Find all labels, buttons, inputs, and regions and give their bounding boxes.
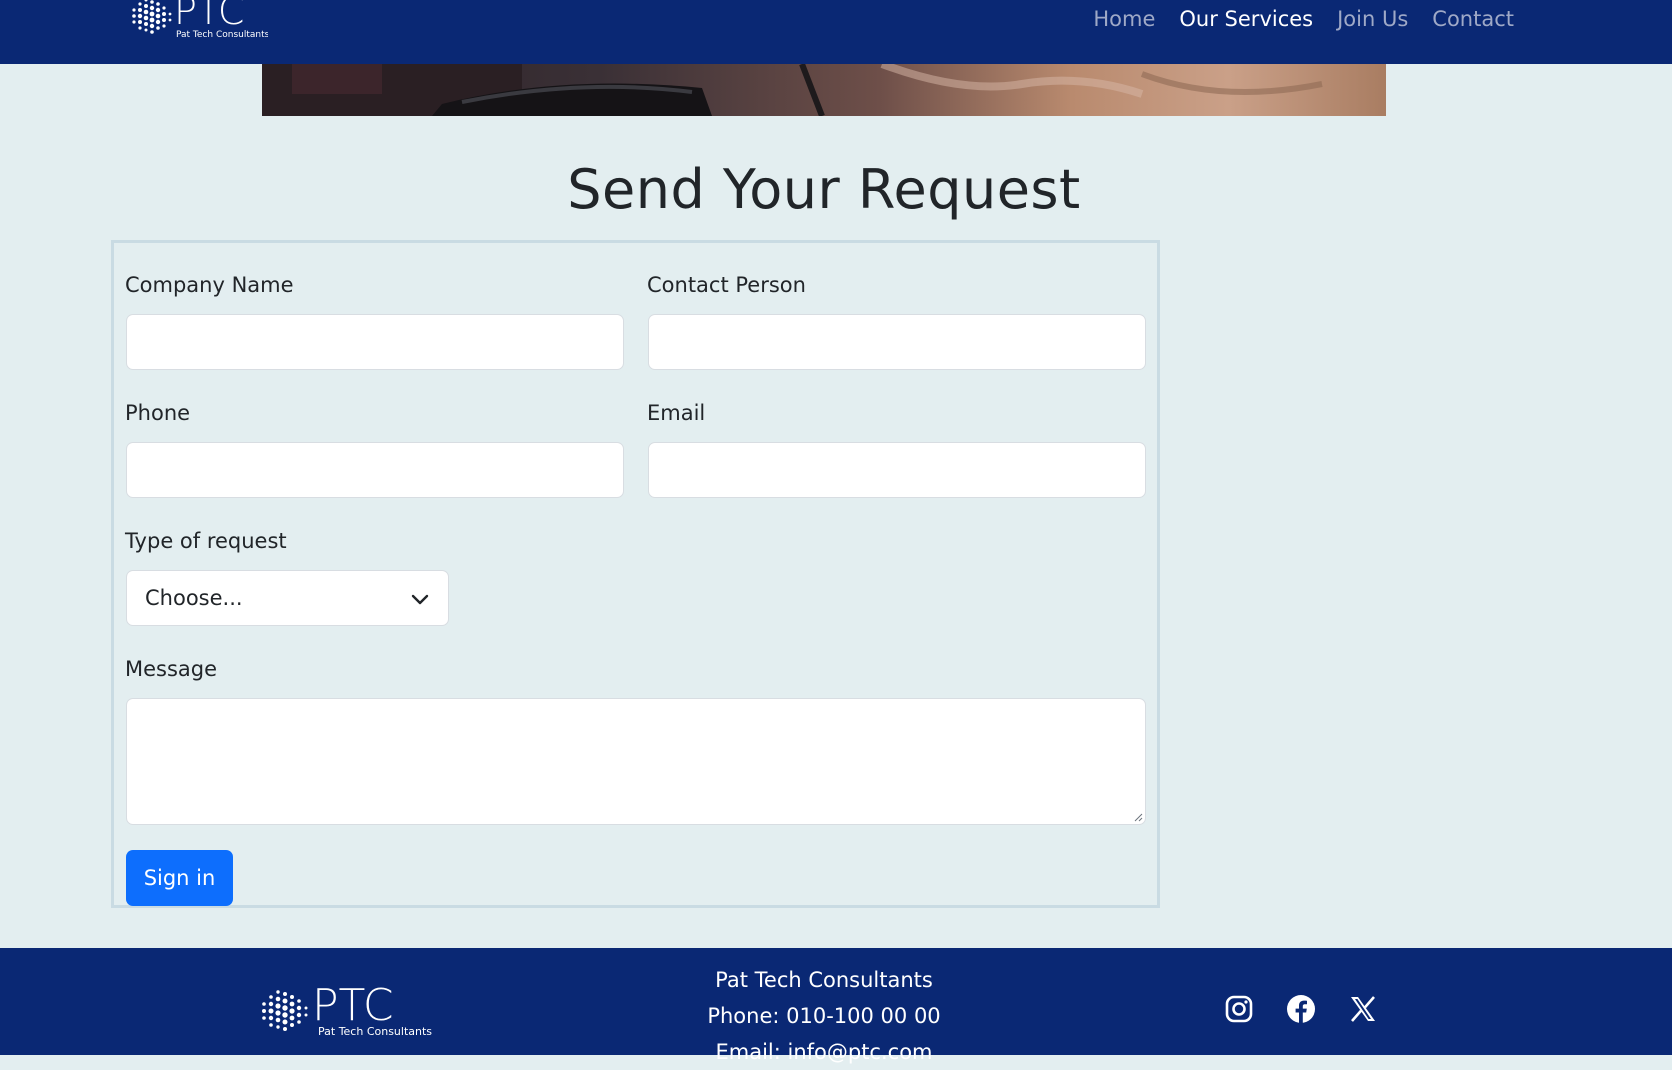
nav-our-services[interactable]: Our Services <box>1179 4 1313 34</box>
footer-phone: Phone: 010-100 00 00 <box>707 1004 941 1028</box>
message-label: Message <box>125 657 218 681</box>
facebook-icon[interactable] <box>1286 994 1316 1024</box>
message-textarea[interactable] <box>126 698 1146 825</box>
site-footer: PTC Pat Tech Consultants Pat Tech Consul… <box>0 948 1672 1064</box>
phone-input[interactable] <box>126 442 624 498</box>
resize-grip-icon[interactable] <box>1133 812 1143 822</box>
brand-name: PTC <box>174 0 244 33</box>
request-type-select[interactable]: Choose... <box>126 570 449 626</box>
sign-in-button[interactable]: Sign in <box>126 850 233 906</box>
email-input[interactable] <box>648 442 1146 498</box>
request-form: Company Name Contact Person Phone Email … <box>111 240 1160 908</box>
ptc-logo-icon: PTC Pat Tech Consultants <box>132 0 270 40</box>
brand-logo[interactable]: PTC Pat Tech Consultants <box>128 0 270 44</box>
company-name-label: Company Name <box>125 273 294 297</box>
footer-company-name: Pat Tech Consultants <box>715 968 933 992</box>
company-name-input[interactable] <box>126 314 624 370</box>
footer-contact-info: Pat Tech Consultants Phone: 010-100 00 0… <box>0 962 1648 1070</box>
request-type-selected: Choose... <box>145 586 243 610</box>
request-type-label: Type of request <box>125 529 287 553</box>
email-label: Email <box>647 401 706 425</box>
nav-contact[interactable]: Contact <box>1432 4 1514 34</box>
nav-home[interactable]: Home <box>1093 4 1155 34</box>
contact-person-label: Contact Person <box>647 273 806 297</box>
brand-tagline: Pat Tech Consultants <box>176 30 268 40</box>
contact-person-input[interactable] <box>648 314 1146 370</box>
instagram-icon[interactable] <box>1224 994 1254 1024</box>
chevron-down-icon <box>411 594 429 605</box>
social-links <box>1224 994 1378 1024</box>
main-nav: Home Our Services Join Us Contact <box>1093 4 1514 34</box>
phone-label: Phone <box>125 401 191 425</box>
hero-photo-icon <box>262 64 1323 116</box>
top-navbar: PTC Pat Tech Consultants Home Our Servic… <box>0 0 1672 64</box>
footer-email[interactable]: Email: info@ptc.com <box>0 1034 1648 1070</box>
x-icon[interactable] <box>1348 994 1378 1024</box>
page-title: Send Your Request <box>567 158 1081 221</box>
nav-join-us[interactable]: Join Us <box>1337 4 1408 34</box>
hero-image <box>262 64 1386 116</box>
